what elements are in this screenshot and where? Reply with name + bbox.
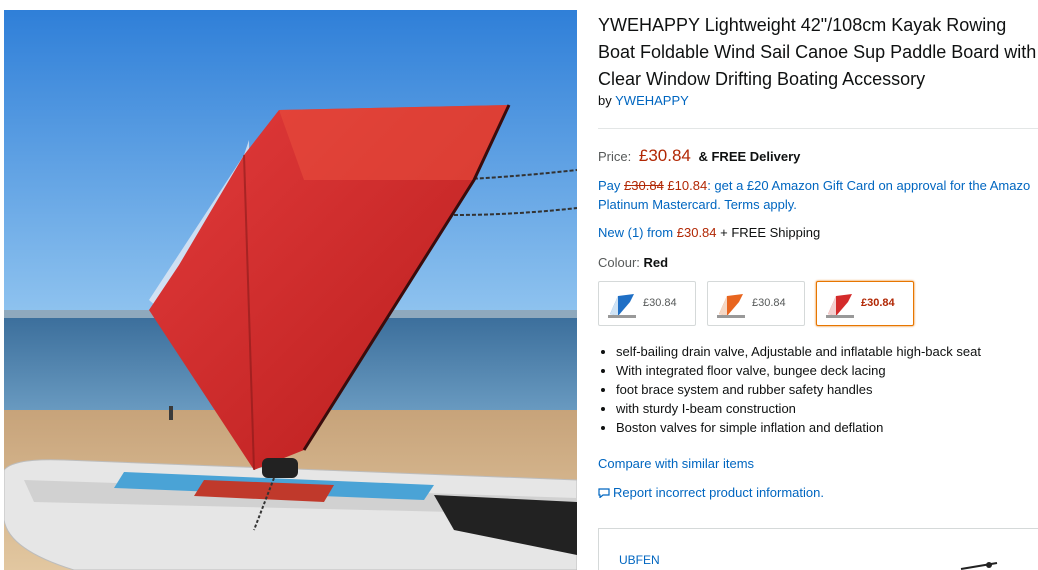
kayak-paddle-icon [960, 562, 998, 570]
swatch-price: £30.84 [752, 297, 786, 309]
price-label: Price: [598, 149, 632, 164]
feature-bullet: Boston valves for simple inflation and d… [616, 418, 981, 437]
price-row: Price: £30.84 & FREE Delivery [598, 146, 800, 166]
promo-line-1-rest[interactable]: : get a £20 Amazon Gift Card on approval… [707, 178, 1030, 193]
feature-bullet: with sturdy I-beam construction [616, 399, 981, 418]
report-incorrect-info-link[interactable]: Report incorrect product information. [598, 485, 824, 500]
new-offers-price: £30.84 [676, 225, 717, 240]
promo-line-1[interactable]: Pay £30.84 £10.84: get a £20 Amazon Gift… [598, 176, 1038, 195]
product-photo-kayak-sail [4, 10, 577, 570]
colour-swatch-blue[interactable]: £30.84 [598, 281, 696, 326]
orange-sail-thumbnail [713, 286, 749, 322]
feature-bullet: self-bailing drain valve, Adjustable and… [616, 342, 981, 361]
new-offers-shipping: + FREE Shipping [720, 225, 821, 240]
product-image[interactable] [4, 10, 577, 570]
product-info-panel: YWEHAPPY Lightweight 42"/108cm Kayak Row… [598, 0, 1038, 570]
feature-bullet: foot brace system and rubber safety hand… [616, 380, 981, 399]
colour-swatch-orange[interactable]: £30.84 [707, 281, 805, 326]
swatch-price: £30.84 [643, 297, 677, 309]
product-title: YWEHAPPY Lightweight 42"/108cm Kayak Row… [598, 15, 1037, 89]
free-delivery-text: & FREE Delivery [698, 149, 801, 164]
blue-sail-thumbnail [604, 286, 640, 322]
promo-new-price: £10.84 [667, 178, 708, 193]
byline-prefix: by [598, 93, 612, 108]
promo-pay[interactable]: Pay [598, 178, 620, 193]
new-offers-row: New (1) from £30.84 + FREE Shipping [598, 225, 820, 240]
red-sail-thumbnail [822, 286, 858, 322]
new-offers-link[interactable]: New (1) from [598, 225, 673, 240]
feature-bullet: With integrated floor valve, bungee deck… [616, 361, 981, 380]
byline: by YWEHAPPY [598, 93, 689, 108]
feature-bullets: self-bailing drain valve, Adjustable and… [598, 342, 981, 437]
sponsored-panel: UBFEN [598, 528, 1038, 570]
divider [598, 128, 1038, 129]
colour-value: Red [643, 255, 669, 270]
credit-card-promo[interactable]: Pay £30.84 £10.84: get a £20 Amazon Gift… [598, 176, 1038, 214]
compare-similar-link[interactable]: Compare with similar items [598, 456, 754, 471]
report-link-text[interactable]: Report incorrect product information. [613, 485, 824, 500]
brand-link[interactable]: YWEHAPPY [615, 93, 689, 108]
colour-label: Colour: [598, 255, 640, 270]
price-amount: £30.84 [638, 146, 691, 165]
sponsored-brand-link[interactable]: UBFEN [619, 553, 660, 567]
colour-swatch-red-selected[interactable]: £30.84 [816, 281, 914, 326]
promo-line-2[interactable]: Platinum Mastercard. Terms apply. [598, 195, 1038, 214]
colour-selection-label: Colour: Red [598, 255, 668, 270]
swatch-price: £30.84 [861, 297, 895, 309]
speech-bubble-icon [598, 488, 610, 498]
promo-old-price: £30.84 [624, 178, 664, 193]
